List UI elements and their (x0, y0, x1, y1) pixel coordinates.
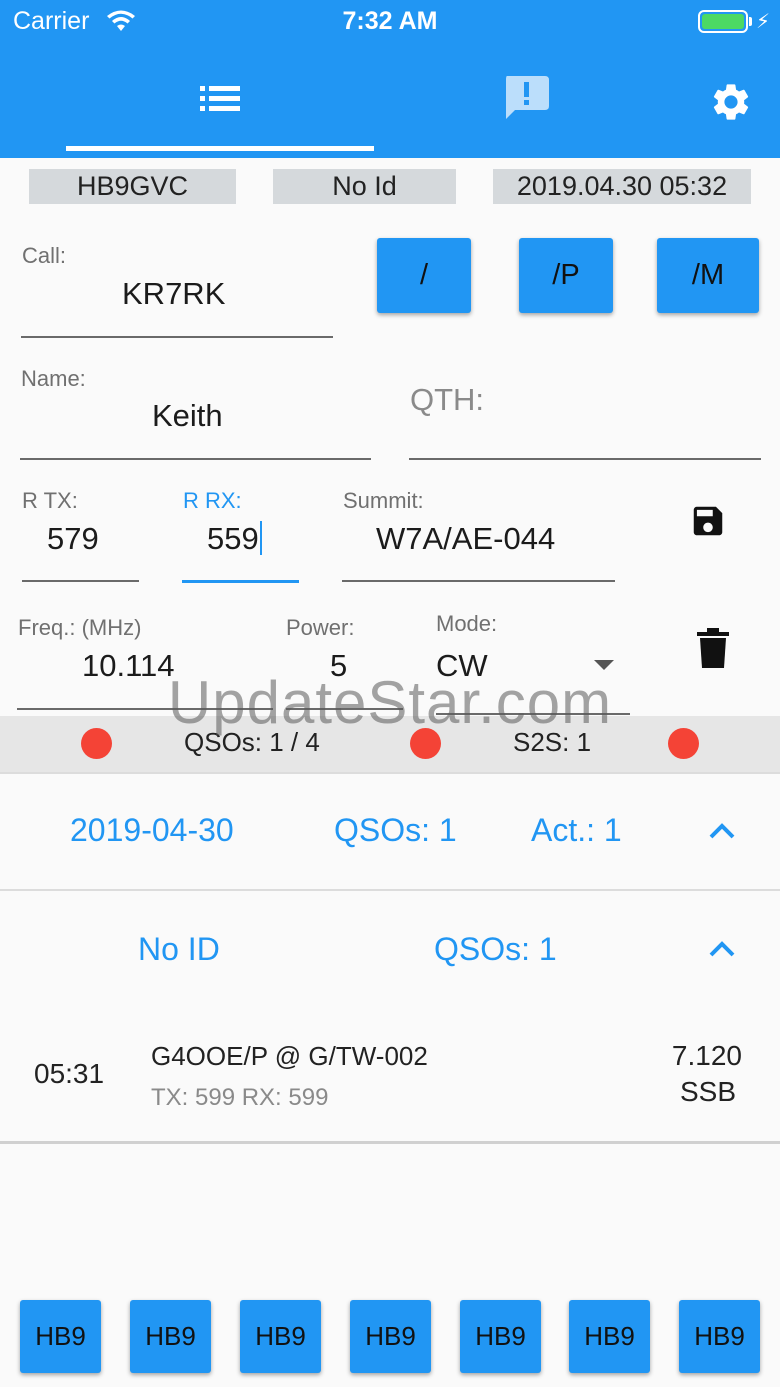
mode-label: Mode: (436, 611, 498, 636)
operator-callsign: HB9GVC (29, 169, 236, 204)
quick-prefix-button[interactable]: HB9 (569, 1300, 650, 1373)
rrx-underline (182, 580, 299, 583)
log-time: 05:31 (34, 1058, 105, 1089)
battery-icon (698, 10, 748, 33)
day-group-activations: Act.: 1 (531, 812, 622, 848)
freq-label: Freq.: (MHz) (18, 615, 142, 640)
rrx-input[interactable]: 559 (207, 521, 262, 557)
log-reports: TX: 599 RX: 599 (151, 1084, 329, 1111)
quick-prefix-button[interactable]: HB9 (20, 1300, 101, 1373)
log-mode: SSB (679, 1076, 736, 1107)
tab-settings[interactable] (680, 56, 780, 156)
divider (0, 1141, 780, 1144)
day-group-qsos: QSOs: 1 (334, 812, 457, 848)
chevron-up-icon[interactable] (708, 822, 736, 840)
qth-input[interactable]: QTH: (410, 382, 484, 418)
rtx-underline (22, 580, 139, 582)
tab-log-list[interactable] (66, 56, 374, 156)
suffix-mobile-button[interactable]: /M (657, 238, 759, 313)
alert-message-icon (506, 76, 549, 119)
chevron-up-icon[interactable] (708, 940, 736, 958)
tab-alerts[interactable] (374, 56, 680, 156)
save-icon[interactable] (689, 502, 727, 540)
quick-prefix-button[interactable]: HB9 (350, 1300, 431, 1373)
name-underline (20, 458, 371, 460)
tab-indicator (66, 146, 374, 151)
quick-prefix-button[interactable]: HB9 (460, 1300, 541, 1373)
quick-prefix-button[interactable]: HB9 (679, 1300, 760, 1373)
rtx-label: R TX: (22, 488, 78, 513)
call-input[interactable]: KR7RK (122, 276, 225, 312)
status-bar: Carrier 7:32 AM ⚡ (0, 0, 780, 44)
summit-underline (342, 580, 615, 582)
id-group-id: No ID (138, 931, 220, 967)
trash-icon[interactable] (697, 628, 729, 668)
qth-underline (409, 458, 761, 460)
name-label: Name: (21, 366, 86, 391)
battery-tip (749, 17, 752, 26)
charging-icon: ⚡ (756, 11, 771, 33)
quick-prefix-button[interactable]: HB9 (240, 1300, 321, 1373)
text-caret (259, 521, 262, 555)
gear-icon (713, 84, 749, 120)
summit-label: Summit: (343, 488, 424, 513)
log-call-summit: G4OOE/P @ G/TW-002 (151, 1041, 428, 1071)
call-underline (21, 336, 333, 338)
summit-input[interactable]: W7A/AE-044 (376, 521, 555, 557)
rtx-input[interactable]: 579 (47, 521, 99, 557)
quick-prefix-button[interactable]: HB9 (130, 1300, 211, 1373)
utc-datetime: 2019.04.30 05:32 (493, 169, 751, 204)
rrx-label: R RX: (183, 488, 242, 513)
log-frequency: 7.120 (671, 1040, 742, 1071)
power-label: Power: (286, 615, 355, 640)
id-group-qsos: QSOs: 1 (434, 931, 557, 967)
watermark: UpdateStar.com (167, 669, 613, 736)
suffix-portable-button[interactable]: /P (519, 238, 613, 313)
suffix-slash-button[interactable]: / (377, 238, 471, 313)
divider (0, 889, 780, 891)
app-bar: Carrier 7:32 AM ⚡ (0, 0, 780, 158)
status-time: 7:32 AM (342, 7, 438, 35)
day-group-date: 2019-04-30 (70, 812, 234, 848)
divider (0, 772, 780, 774)
activation-id: No Id (273, 169, 456, 204)
list-icon (200, 86, 240, 111)
name-input[interactable]: Keith (152, 398, 223, 434)
call-label: Call: (22, 243, 67, 268)
